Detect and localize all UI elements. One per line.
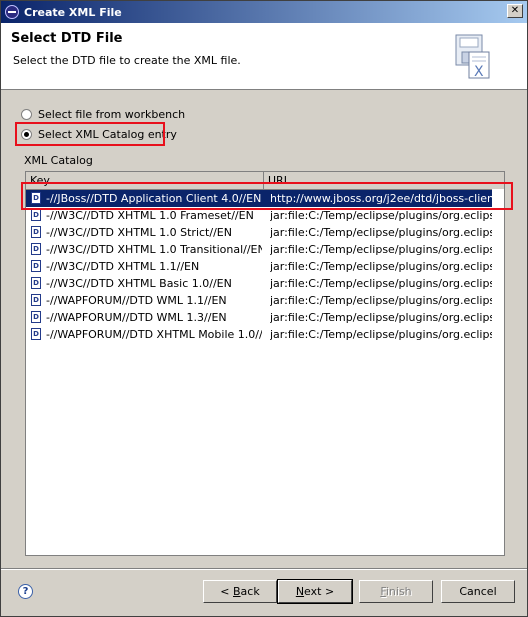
cell-key: -//W3C//DTD XHTML 1.1//EN [46,260,200,273]
table-row[interactable]: D -//W3C//DTD XHTML 1.0 Strict//EN jar:fil… [26,224,492,241]
back-mnemonic: B [233,585,241,598]
cell-uri: jar:file:C:/Temp/eclipse/plugins/org.ecl… [270,294,492,307]
back-rest: ack [240,585,260,598]
radio-select-from-workbench[interactable]: Select file from workbench [21,108,185,121]
wizard-banner: Select DTD File Select the DTD file to c… [1,23,527,90]
xml-file-wizard-icon: X [455,34,490,80]
dtd-file-icon: D [31,311,41,323]
cell-key: -//W3C//DTD XHTML 1.0 Transitional//EN [46,243,262,256]
table-row[interactable]: D -//WAPFORUM//DTD XHTML Mobile 1.0//EN ja… [26,326,492,343]
next-rest: ext > [304,585,335,598]
help-icon[interactable]: ? [18,584,33,599]
table-row[interactable]: D -//W3C//DTD XHTML Basic 1.0//EN jar:file… [26,275,492,292]
table-scroll-area[interactable] [492,189,504,555]
highlight-box-selected-row [21,182,513,210]
close-button[interactable]: ✕ [507,4,523,18]
page-description: Select the DTD file to create the XML fi… [13,54,241,67]
cancel-button[interactable]: Cancel [441,580,515,603]
table-row[interactable]: D -//W3C//DTD XHTML 1.0 Transitional//EN j… [26,241,492,258]
dtd-file-icon: D [31,226,41,238]
cell-uri: jar:file:C:/Temp/eclipse/plugins/org.ecl… [270,311,492,324]
next-button[interactable]: Next > [277,579,353,604]
finish-button[interactable]: Finish [359,580,433,603]
table-row[interactable]: D -//WAPFORUM//DTD WML 1.1//EN jar:file:C:… [26,292,492,309]
back-button[interactable]: < Back [203,580,277,603]
dtd-file-icon: D [31,243,41,255]
cell-key: -//W3C//DTD XHTML Basic 1.0//EN [46,277,232,290]
cell-uri: jar:file:C:/Temp/eclipse/plugins/org.ecl… [270,277,492,290]
dtd-file-icon: D [31,209,41,221]
cell-key: -//WAPFORUM//DTD XHTML Mobile 1.0//EN [46,328,262,341]
cell-key: -//WAPFORUM//DTD WML 1.1//EN [46,294,227,307]
cell-uri: jar:file:C:/Temp/eclipse/plugins/org.ecl… [270,260,492,273]
highlight-box-catalog-option [15,122,165,146]
title-bar[interactable]: Create XML File ✕ [1,1,527,23]
cell-key: -//WAPFORUM//DTD WML 1.3//EN [46,311,227,324]
dtd-file-icon: D [31,328,41,340]
window-title: Create XML File [24,5,122,19]
table-row[interactable]: D -//W3C//DTD XHTML 1.1//EN jar:file:C:/Te… [26,258,492,275]
eclipse-icon [5,5,19,19]
finish-rest: inish [385,585,412,598]
radio-button[interactable] [21,109,32,120]
cell-key: -//W3C//DTD XHTML 1.0 Strict//EN [46,226,232,239]
table-row[interactable]: D -//WAPFORUM//DTD WML 1.3//EN jar:file:C:… [26,309,492,326]
create-xml-file-dialog: Create XML File ✕ Select DTD File Select… [0,0,528,617]
xml-catalog-table[interactable]: Key URI D -//JBoss//DTD Application Clien… [25,171,505,556]
button-bar-separator [1,568,527,570]
dtd-file-icon: D [31,260,41,272]
back-prefix: < [220,585,233,598]
cell-uri: jar:file:C:/Temp/eclipse/plugins/org.ecl… [270,226,492,239]
dtd-file-icon: D [31,294,41,306]
cell-uri: jar:file:C:/Temp/eclipse/plugins/org.ecl… [270,328,492,341]
xml-catalog-label: XML Catalog [24,154,93,167]
next-mnemonic: N [295,585,305,598]
page-title: Select DTD File [11,31,123,46]
dtd-file-icon: D [31,277,41,289]
svg-text:X: X [474,64,484,80]
radio-label: Select file from workbench [38,108,186,121]
cell-uri: jar:file:C:/Temp/eclipse/plugins/org.ecl… [270,243,492,256]
